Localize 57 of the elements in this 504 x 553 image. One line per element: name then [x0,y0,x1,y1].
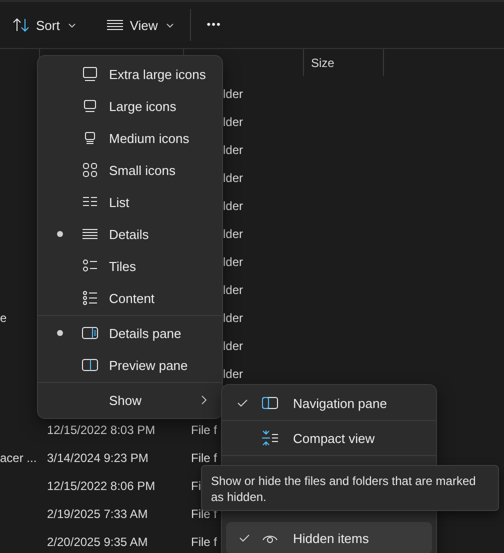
type-cell: lder [223,367,244,381]
type-cell: lder [223,115,244,129]
small-icons-icon [82,162,98,178]
date-cell: 2/20/2025 9:35 AM [47,535,148,549]
type-cell: lder [223,339,244,353]
menu-item[interactable]: Hidden items [226,522,432,553]
column-header[interactable]: Size [304,56,334,70]
date-cell: 12/15/2022 8:06 PM [47,479,156,493]
chevron-down-icon [68,22,76,28]
menu-item[interactable]: Extra large icons [38,58,222,90]
type-cell: lder [223,311,244,325]
details-pane-icon [82,325,98,341]
file-name: acer ... [0,451,37,465]
menu-item[interactable]: Navigation pane [222,387,436,419]
type-cell: lder [223,87,244,101]
menu-item[interactable]: Show [38,384,222,416]
menu-item[interactable]: Preview pane [38,349,222,381]
type-cell: lder [223,227,244,241]
content-icon [82,290,98,306]
menu-item[interactable]: Medium icons [38,122,222,154]
type-cell: lder [223,199,244,213]
type-cell: File f [191,451,218,465]
date-cell: 12/15/2022 8:03 PM [47,423,156,437]
extra-large-icons-icon [82,66,98,82]
large-icons-icon [82,98,98,114]
menu-item[interactable]: Large icons [38,90,222,122]
tooltip: Show or hide the files and folders that are marked as hidden. [201,465,499,511]
preview-pane-icon [82,357,98,373]
details-icon [82,226,98,242]
file-name: e [0,311,7,325]
type-cell: File f [191,423,218,437]
chevron-right-icon [201,395,207,405]
date-cell: 3/14/2024 9:23 PM [47,451,148,465]
tiles-icon [82,258,98,274]
date-cell: 2/19/2025 7:33 AM [47,507,148,521]
type-cell: lder [223,143,244,157]
sort-icon [12,17,30,33]
menu-item[interactable]: Content [38,282,222,314]
menu-item[interactable]: Details [38,218,222,250]
view-list-icon [106,17,124,33]
menu-item[interactable]: List [38,186,222,218]
type-cell: Fi [191,479,201,493]
chevron-down-icon [166,22,174,28]
menu-item[interactable]: Small icons [38,154,222,186]
medium-icons-icon [82,130,98,146]
type-cell: lder [223,171,244,185]
type-cell: File f [191,535,218,549]
more-button[interactable]: ••• [198,9,230,41]
type-cell: lder [223,255,244,269]
menu-item[interactable]: Details pane [38,317,222,349]
menu-item[interactable]: Tiles [38,250,222,282]
toolbar-button[interactable]: Sort [4,9,84,41]
compact-view-icon [262,430,278,446]
type-cell: lder [223,283,244,297]
toolbar-button[interactable]: View [98,9,182,41]
navigation-pane-icon [262,395,278,411]
menu-item[interactable]: Compact view [222,422,436,454]
